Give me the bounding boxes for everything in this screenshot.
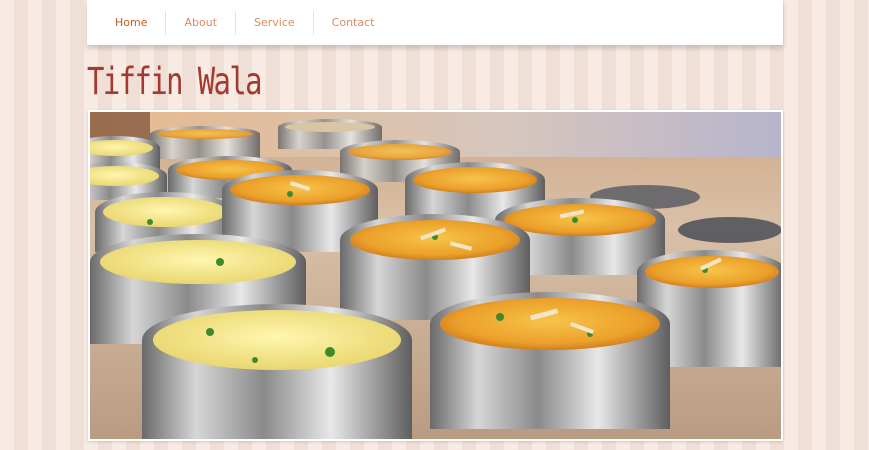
- nav-home[interactable]: Home: [97, 10, 167, 35]
- hero-image-tiffin-boxes: [90, 112, 781, 439]
- nav-service[interactable]: Service: [236, 10, 314, 35]
- site-logo[interactable]: Tiffin Wala: [87, 60, 263, 103]
- hero-image-frame: [88, 110, 783, 441]
- top-navigation-bar: Home About Service Contact: [87, 0, 783, 45]
- main-nav: Home About Service Contact: [87, 0, 783, 45]
- nav-about[interactable]: About: [166, 10, 237, 35]
- nav-contact[interactable]: Contact: [314, 11, 393, 35]
